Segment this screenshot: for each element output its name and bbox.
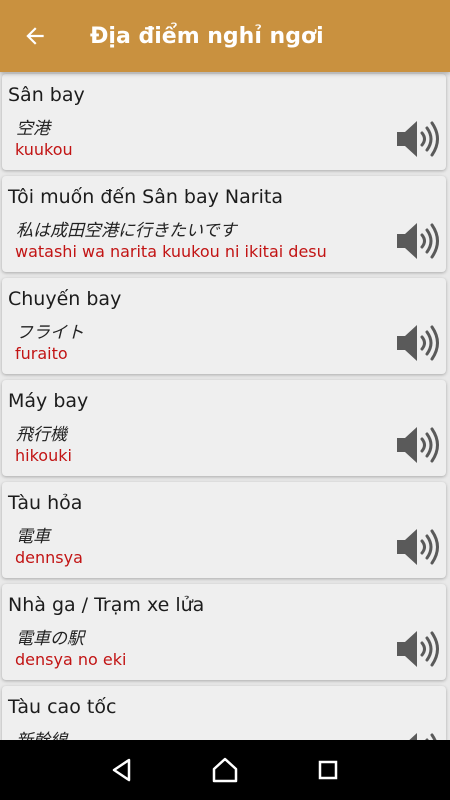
phrase-vietnamese: Chuyến bay <box>8 288 122 310</box>
phrase-vietnamese: Nhà ga / Trạm xe lửa <box>8 594 205 616</box>
phrase-card[interactable]: Sân bay 空港 kuukou <box>2 74 446 170</box>
phrase-japanese: 空港 <box>16 119 50 139</box>
phrase-romaji: dennsya <box>15 548 83 567</box>
phrase-vietnamese: Tàu hỏa <box>8 492 83 514</box>
phrase-japanese: 飛行機 <box>16 425 67 445</box>
phrase-vietnamese: Sân bay <box>8 84 85 106</box>
nav-home-button[interactable] <box>205 750 245 790</box>
arrow-left-icon <box>26 27 44 45</box>
phrase-japanese: 電車の駅 <box>16 629 84 649</box>
phrase-card[interactable]: Tàu hỏa 電車 dennsya <box>2 482 446 578</box>
nav-back-button[interactable] <box>102 750 142 790</box>
back-triangle-icon <box>112 758 130 782</box>
phrase-card[interactable]: Tàu cao tốc 新幹線 <box>2 686 446 740</box>
speaker-icon[interactable] <box>394 524 440 570</box>
phrase-japanese: 電車 <box>16 527 50 547</box>
phrase-card[interactable]: Tôi muốn đến Sân bay Narita 私は成田空港に行きたいで… <box>2 176 446 272</box>
phrase-card[interactable]: Máy bay 飛行機 hikouki <box>2 380 446 476</box>
phrase-romaji: kuukou <box>15 140 73 159</box>
nav-recents-button[interactable] <box>308 750 348 790</box>
phrase-vietnamese: Tàu cao tốc <box>8 696 117 718</box>
phrase-list: Sân bay 空港 kuukou Tôi muốn đến Sân bay N… <box>0 72 450 740</box>
app-bar: Địa điểm nghỉ ngơi <box>0 0 450 72</box>
phrase-romaji: watashi wa narita kuukou ni ikitai desu <box>15 242 327 261</box>
back-button[interactable] <box>0 0 70 72</box>
phrase-romaji: densya no eki <box>15 650 127 669</box>
speaker-icon[interactable] <box>394 728 440 740</box>
phrase-romaji: furaito <box>15 344 68 363</box>
speaker-icon[interactable] <box>394 422 440 468</box>
phrase-vietnamese: Tôi muốn đến Sân bay Narita <box>8 186 283 208</box>
recents-square-icon <box>319 760 338 780</box>
phrase-card[interactable]: Chuyến bay フライト furaito <box>2 278 446 374</box>
phrase-card[interactable]: Nhà ga / Trạm xe lửa 電車の駅 densya no eki <box>2 584 446 680</box>
speaker-icon[interactable] <box>394 626 440 672</box>
system-nav-bar <box>0 740 450 800</box>
phrase-japanese: 私は成田空港に行きたいです <box>16 221 237 241</box>
phrase-romaji: hikouki <box>15 446 72 465</box>
page-title: Địa điểm nghỉ ngơi <box>90 23 324 49</box>
home-icon <box>212 757 238 783</box>
phrase-vietnamese: Máy bay <box>8 390 89 412</box>
phrase-japanese: 新幹線 <box>16 726 67 740</box>
speaker-icon[interactable] <box>394 218 440 264</box>
phrase-japanese: フライト <box>16 323 84 343</box>
speaker-icon[interactable] <box>394 116 440 162</box>
speaker-icon[interactable] <box>394 320 440 366</box>
